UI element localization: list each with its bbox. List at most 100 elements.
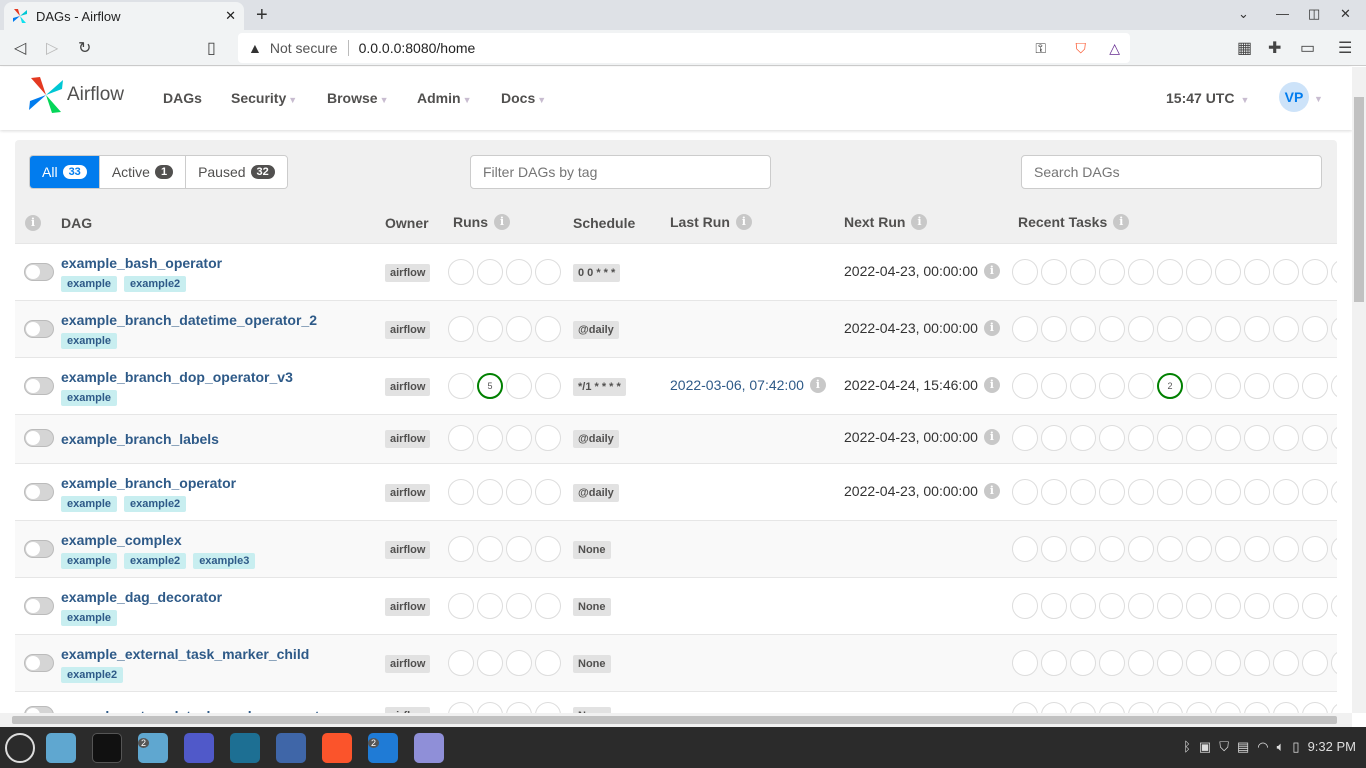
task-state-circle[interactable] [1215,536,1241,562]
close-window-icon[interactable]: ✕ [1340,6,1351,22]
run-state-circle[interactable] [477,316,503,342]
mysql-workbench-icon[interactable] [230,733,260,763]
run-state-circle[interactable] [448,373,474,399]
run-state-circle[interactable] [448,259,474,285]
run-state-circle[interactable] [448,479,474,505]
task-state-circle[interactable] [1012,425,1038,451]
task-state-circle[interactable] [1186,259,1212,285]
dag-tag[interactable]: example [61,390,118,406]
brave-icon[interactable] [322,733,352,763]
horizontal-scrollbar[interactable] [0,713,1352,727]
run-state-circle[interactable] [535,650,561,676]
task-state-circle[interactable] [1041,373,1067,399]
folder-icon[interactable]: 2 [138,733,168,763]
browser-tab[interactable]: DAGs - Airflow ✕ [4,2,244,30]
vscode-icon[interactable]: 2 [368,733,398,763]
task-state-circle[interactable] [1273,316,1299,342]
pause-toggle[interactable] [24,263,54,281]
wifi-icon[interactable]: ◠ [1257,739,1268,755]
dag-link[interactable]: example_branch_labels [61,431,219,447]
task-state-circle[interactable] [1128,425,1154,451]
bluetooth-icon[interactable]: ᛒ [1183,739,1191,755]
update-icon[interactable]: ▤ [1237,739,1249,755]
task-state-circle[interactable] [1157,536,1183,562]
run-state-circle[interactable] [535,593,561,619]
task-state-circle[interactable] [1157,425,1183,451]
dag-link[interactable]: example_branch_datetime_operator_2 [61,312,317,328]
dag-link[interactable]: example_dag_decorator [61,589,222,605]
shield-icon[interactable]: ⛉ [1219,739,1229,755]
last-run[interactable]: 2022-03-06, 07:42:00 i [670,377,826,393]
task-state-circle[interactable] [1099,650,1125,676]
airflow-logo[interactable]: Airflow [28,77,124,113]
task-state-circle[interactable] [1128,316,1154,342]
task-state-circle[interactable] [1215,316,1241,342]
dag-link[interactable]: example_external_task_marker_child [61,646,309,662]
dag-tag[interactable]: example2 [124,553,187,569]
run-state-circle[interactable] [448,536,474,562]
user-avatar[interactable]: VP [1279,82,1309,112]
files-icon[interactable] [46,733,76,763]
battery-icon[interactable]: ▯ [1292,739,1299,755]
task-state-circle[interactable] [1128,479,1154,505]
dag-tag[interactable]: example [61,610,118,626]
task-state-circle[interactable] [1012,373,1038,399]
owner-label[interactable]: airflow [385,484,431,502]
screenshot-icon[interactable] [276,733,306,763]
task-state-circle[interactable] [1331,259,1337,285]
close-tab-icon[interactable]: ✕ [225,8,236,24]
task-state-circle[interactable] [1041,536,1067,562]
dag-tag[interactable]: example [61,333,118,349]
run-state-circle[interactable] [535,259,561,285]
header-info-icon[interactable]: i [25,215,41,231]
owner-label[interactable]: airflow [385,378,431,396]
task-state-circle[interactable] [1186,373,1212,399]
run-state-circle[interactable]: 5 [477,373,503,399]
task-state-circle[interactable] [1273,593,1299,619]
task-state-circle[interactable] [1302,536,1328,562]
task-state-circle[interactable] [1273,425,1299,451]
task-state-circle[interactable] [1244,479,1270,505]
task-state-circle[interactable] [1273,536,1299,562]
task-state-circle[interactable] [1070,259,1096,285]
tag-filter-input[interactable] [470,155,771,189]
task-state-circle[interactable] [1099,425,1125,451]
task-state-circle[interactable] [1041,316,1067,342]
clock-text[interactable]: 9:32 PM [1308,739,1356,755]
run-state-circle[interactable] [448,425,474,451]
pause-toggle[interactable] [24,377,54,395]
schedule-label[interactable]: None [573,598,611,616]
owner-label[interactable]: airflow [385,321,431,339]
run-state-circle[interactable] [448,702,474,713]
col-last-run[interactable]: Last Run i [670,214,752,230]
run-state-circle[interactable] [506,536,532,562]
minimize-icon[interactable]: — [1276,6,1289,21]
task-state-circle[interactable] [1273,702,1299,713]
task-state-circle[interactable] [1157,259,1183,285]
task-state-circle[interactable] [1186,425,1212,451]
task-state-circle[interactable] [1041,479,1067,505]
brave-rewards-icon[interactable]: △ [1109,40,1120,57]
pause-toggle[interactable] [24,320,54,338]
menu-browse[interactable]: Browse ▼ [327,90,389,106]
key-icon[interactable]: ⚿ [1035,40,1046,57]
run-state-circle[interactable] [506,316,532,342]
wallet-icon[interactable]: ▭ [1300,38,1315,58]
task-state-circle[interactable] [1099,536,1125,562]
task-state-circle[interactable] [1157,593,1183,619]
task-state-circle[interactable] [1012,593,1038,619]
task-state-circle[interactable] [1186,479,1212,505]
menu-docs[interactable]: Docs ▼ [501,90,546,106]
schedule-label[interactable]: None [573,655,611,673]
schedule-label[interactable]: 0 0 * * * [573,264,621,282]
run-state-circle[interactable] [477,259,503,285]
task-state-circle[interactable] [1244,425,1270,451]
task-state-circle[interactable] [1099,259,1125,285]
schedule-label[interactable]: @daily [573,321,619,339]
task-state-circle[interactable] [1128,650,1154,676]
task-state-circle[interactable] [1215,373,1241,399]
volume-icon[interactable]: 🔈︎ [1277,739,1285,755]
run-state-circle[interactable] [448,316,474,342]
pause-toggle[interactable] [24,429,54,447]
schedule-label[interactable]: */1 * * * * [573,378,626,396]
